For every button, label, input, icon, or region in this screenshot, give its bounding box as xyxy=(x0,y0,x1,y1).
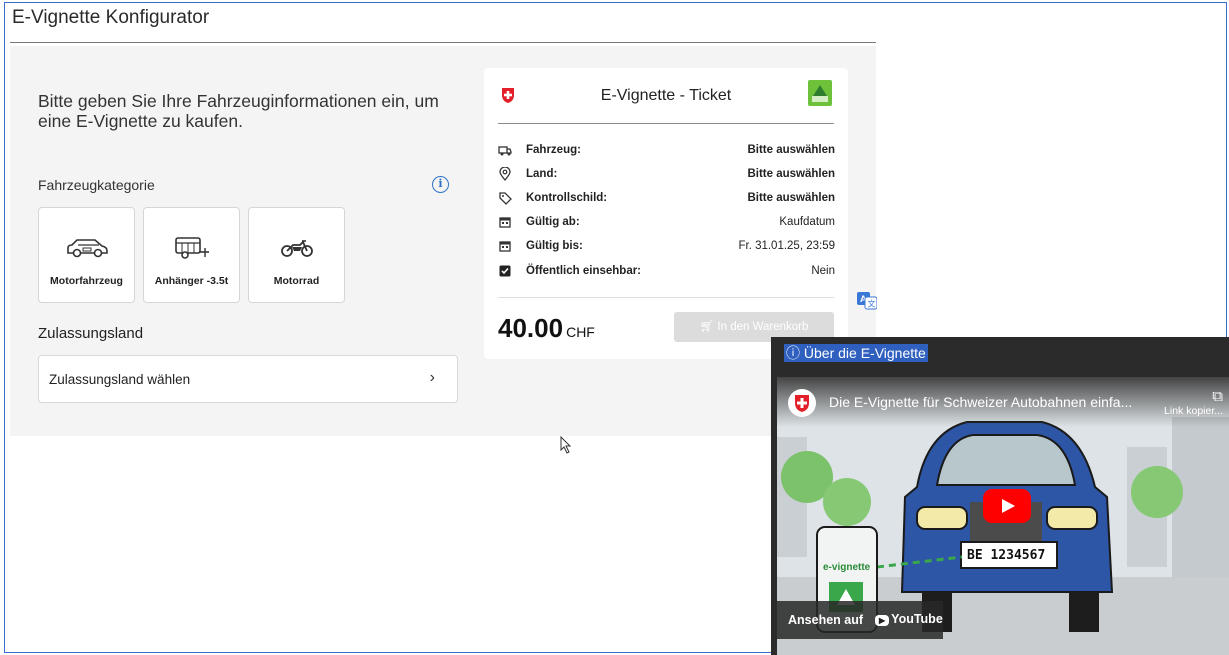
copy-link-label: Link kopier... xyxy=(1164,405,1223,417)
ticket-summary-card: E-Vignette - Ticket Fahrzeug: Bitte ausw… xyxy=(484,68,848,359)
youtube-logo: ▶ YouTube xyxy=(875,612,943,626)
ticket-divider xyxy=(498,297,834,298)
ticket-row-gueltig-ab: Gültig ab: Kaufdatum xyxy=(498,214,835,232)
youtube-play-icon: ▶ xyxy=(875,615,890,626)
title-divider xyxy=(10,42,876,43)
ticket-row-value: Bitte auswählen xyxy=(747,192,835,204)
ticket-row-gueltig-bis: Gültig bis: Fr. 31.01.25, 23:59 xyxy=(498,238,835,256)
category-card-motorfahrzeug[interactable]: Motorfahrzeug xyxy=(38,207,135,303)
license-plate-text: BE 1234567 xyxy=(967,548,1046,563)
vehicle-category-label: Fahrzeugkategorie xyxy=(38,177,155,193)
category-card-anhaenger[interactable]: Anhänger -3.5t xyxy=(143,207,240,303)
copy-link-button[interactable]: ⧉ Link kopier... xyxy=(1164,388,1223,417)
watch-on-youtube-button[interactable]: Ansehen auf ▶ YouTube xyxy=(777,601,943,639)
youtube-logo-text: YouTube xyxy=(891,612,943,626)
video-header: ⓘ Über die E-Vignette xyxy=(771,337,1229,365)
registration-select-label: Zulassungsland wählen xyxy=(49,372,191,387)
ticket-row-kontrollschild: Kontrollschild: Bitte auswählen xyxy=(498,190,835,208)
app-label-text: e-vignette xyxy=(823,562,871,573)
ticket-row-value: Bitte auswählen xyxy=(747,168,835,180)
ticket-row-value: Bitte auswählen xyxy=(747,144,835,156)
ticket-row-value: Kaufdatum xyxy=(779,216,835,228)
video-title[interactable]: Die E-Vignette für Schweizer Autobahnen … xyxy=(829,394,1132,410)
ticket-row-land: Land: Bitte auswählen xyxy=(498,166,835,184)
location-pin-icon xyxy=(498,167,512,181)
trailer-icon xyxy=(144,236,239,260)
price-currency: CHF xyxy=(566,324,595,340)
video-popup[interactable]: ⓘ Über die E-Vignette BE 1234567 e-vigne… xyxy=(771,337,1229,655)
ticket-row-label: Kontrollschild: xyxy=(526,192,608,204)
category-label: Anhänger -3.5t xyxy=(154,275,229,287)
registration-country-select[interactable]: Zulassungsland wählen › xyxy=(38,355,458,403)
copy-icon: ⧉ xyxy=(1212,388,1223,405)
watch-on-label: Ansehen auf xyxy=(788,613,864,627)
intro-text: Bitte geben Sie Ihre Fahrzeuginformation… xyxy=(38,91,439,131)
svg-text:文: 文 xyxy=(868,299,876,309)
cart-icon: 🛒︎ xyxy=(699,321,715,333)
ticket-row-label: Fahrzeug: xyxy=(526,144,581,156)
ticket-row-fahrzeug: Fahrzeug: Bitte auswählen xyxy=(498,142,835,160)
video-header-label: Über die E-Vignette xyxy=(803,345,926,361)
checkbox-icon xyxy=(498,264,512,278)
page-title: E-Vignette Konfigurator xyxy=(12,7,210,28)
tag-icon xyxy=(498,191,512,205)
ticket-row-oeffentlich: Öffentlich einsehbar: Nein xyxy=(498,263,835,281)
mouse-cursor-icon xyxy=(560,435,572,459)
ticket-divider xyxy=(498,123,834,124)
chevron-right-icon: › xyxy=(429,369,435,386)
add-to-cart-label: In den Warenkorb xyxy=(717,321,809,333)
category-card-motorrad[interactable]: Motorrad xyxy=(248,207,345,303)
registration-country-heading: Zulassungsland xyxy=(38,325,144,342)
vignette-logo-icon xyxy=(808,80,832,106)
video-header-link[interactable]: ⓘ Über die E-Vignette xyxy=(784,344,928,362)
vehicle-icon xyxy=(498,143,512,157)
ticket-row-value: Nein xyxy=(811,265,835,277)
ticket-row-label: Gültig ab: xyxy=(526,216,580,228)
calendar-icon xyxy=(498,215,512,229)
motorcycle-icon xyxy=(249,236,344,260)
car-icon xyxy=(39,236,134,260)
category-label: Motorrad xyxy=(273,275,320,287)
price: 40.00 CHF xyxy=(498,313,595,344)
ticket-row-label: Öffentlich einsehbar: xyxy=(526,265,642,277)
price-amount: 40.00 xyxy=(498,313,564,343)
info-icon[interactable]: i xyxy=(432,176,449,193)
translate-icon[interactable]: A 文 xyxy=(857,292,878,310)
ticket-row-label: Land: xyxy=(526,168,558,180)
category-label: Motorfahrzeug xyxy=(50,275,123,287)
play-icon xyxy=(1002,499,1015,513)
play-button[interactable] xyxy=(983,489,1031,523)
calendar-icon xyxy=(498,239,512,253)
video-player[interactable]: BE 1234567 e-vignette Die E-Vignette für… xyxy=(777,377,1229,655)
ticket-row-label: Gültig bis: xyxy=(526,240,583,252)
swiss-channel-avatar[interactable] xyxy=(788,389,816,417)
ticket-title: E-Vignette - Ticket xyxy=(600,87,732,104)
ticket-row-value: Fr. 31.01.25, 23:59 xyxy=(738,240,835,252)
